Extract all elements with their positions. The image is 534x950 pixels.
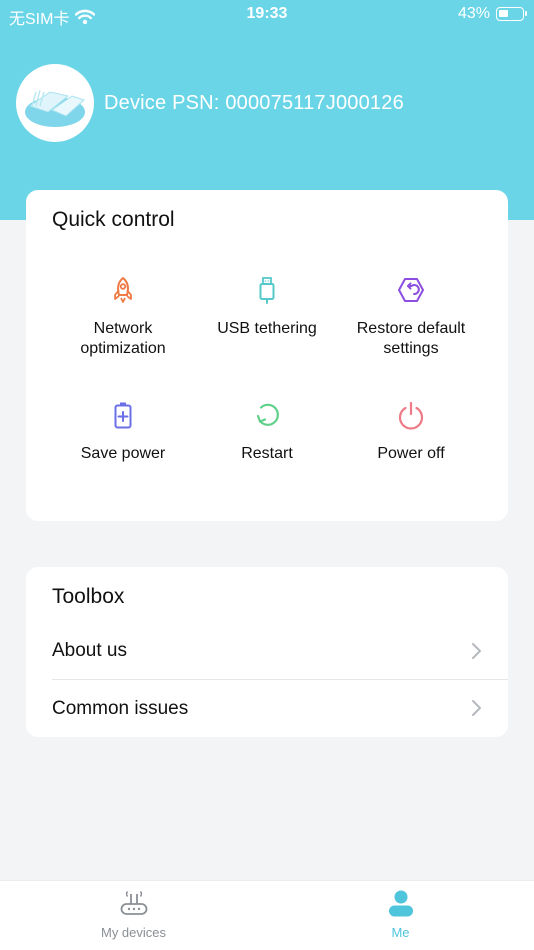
chevron-right-icon	[472, 700, 481, 716]
toolbox-card: Toolbox About us Common issues	[26, 567, 508, 737]
save-power-button[interactable]: Save power	[43, 400, 203, 464]
common-issues-row[interactable]: Common issues	[52, 680, 508, 737]
quick-control-title: Quick control	[52, 208, 175, 231]
usb-tethering-button[interactable]: USB tethering	[187, 275, 347, 339]
save-power-label: Save power	[80, 445, 166, 462]
tab-me-label: Me	[391, 925, 410, 940]
about-us-row[interactable]: About us	[52, 623, 508, 680]
network-optimization-label: Network optimization	[80, 320, 166, 357]
network-optimization-button[interactable]: Network optimization	[43, 275, 203, 359]
router-icon	[120, 891, 147, 915]
common-issues-label: Common issues	[52, 697, 189, 719]
clock: 19:33	[246, 5, 288, 22]
battery-plus-icon	[114, 402, 132, 429]
battery-icon	[496, 7, 527, 21]
usb-icon	[259, 277, 275, 304]
rocket-icon	[114, 277, 132, 303]
quick-control-card: Quick control Network optimization USB t…	[26, 190, 508, 521]
router-device-icon	[25, 89, 85, 127]
status-bar: 无SIM卡 19:33 43%	[0, 0, 534, 30]
restore-default-settings-button[interactable]: Restore default settings	[331, 275, 491, 359]
power-off-button[interactable]: Power off	[331, 400, 491, 464]
tab-my-devices[interactable]: My devices	[0, 881, 267, 950]
restore-icon	[398, 278, 424, 302]
device-avatar[interactable]	[16, 64, 94, 142]
device-header: Device PSN: 000075117J000126	[16, 64, 404, 142]
tab-me[interactable]: Me	[267, 881, 534, 950]
device-psn: Device PSN: 000075117J000126	[104, 91, 404, 114]
tab-my-devices-label: My devices	[100, 925, 167, 940]
power-icon	[398, 401, 424, 430]
battery-level	[499, 10, 508, 17]
tab-bar: My devices Me	[0, 880, 534, 950]
restart-icon	[256, 403, 279, 426]
about-us-label: About us	[52, 640, 127, 661]
restore-default-settings-label: Restore default settings	[356, 320, 466, 357]
restart-label: Restart	[241, 445, 293, 462]
person-icon	[388, 890, 413, 917]
power-off-label: Power off	[377, 445, 445, 462]
toolbox-title: Toolbox	[52, 585, 125, 608]
restart-button[interactable]: Restart	[187, 400, 347, 464]
battery-percent: 43%	[457, 5, 490, 22]
usb-tethering-label: USB tethering	[217, 320, 317, 337]
status-right: 43%	[457, 5, 527, 23]
chevron-right-icon	[472, 643, 481, 659]
